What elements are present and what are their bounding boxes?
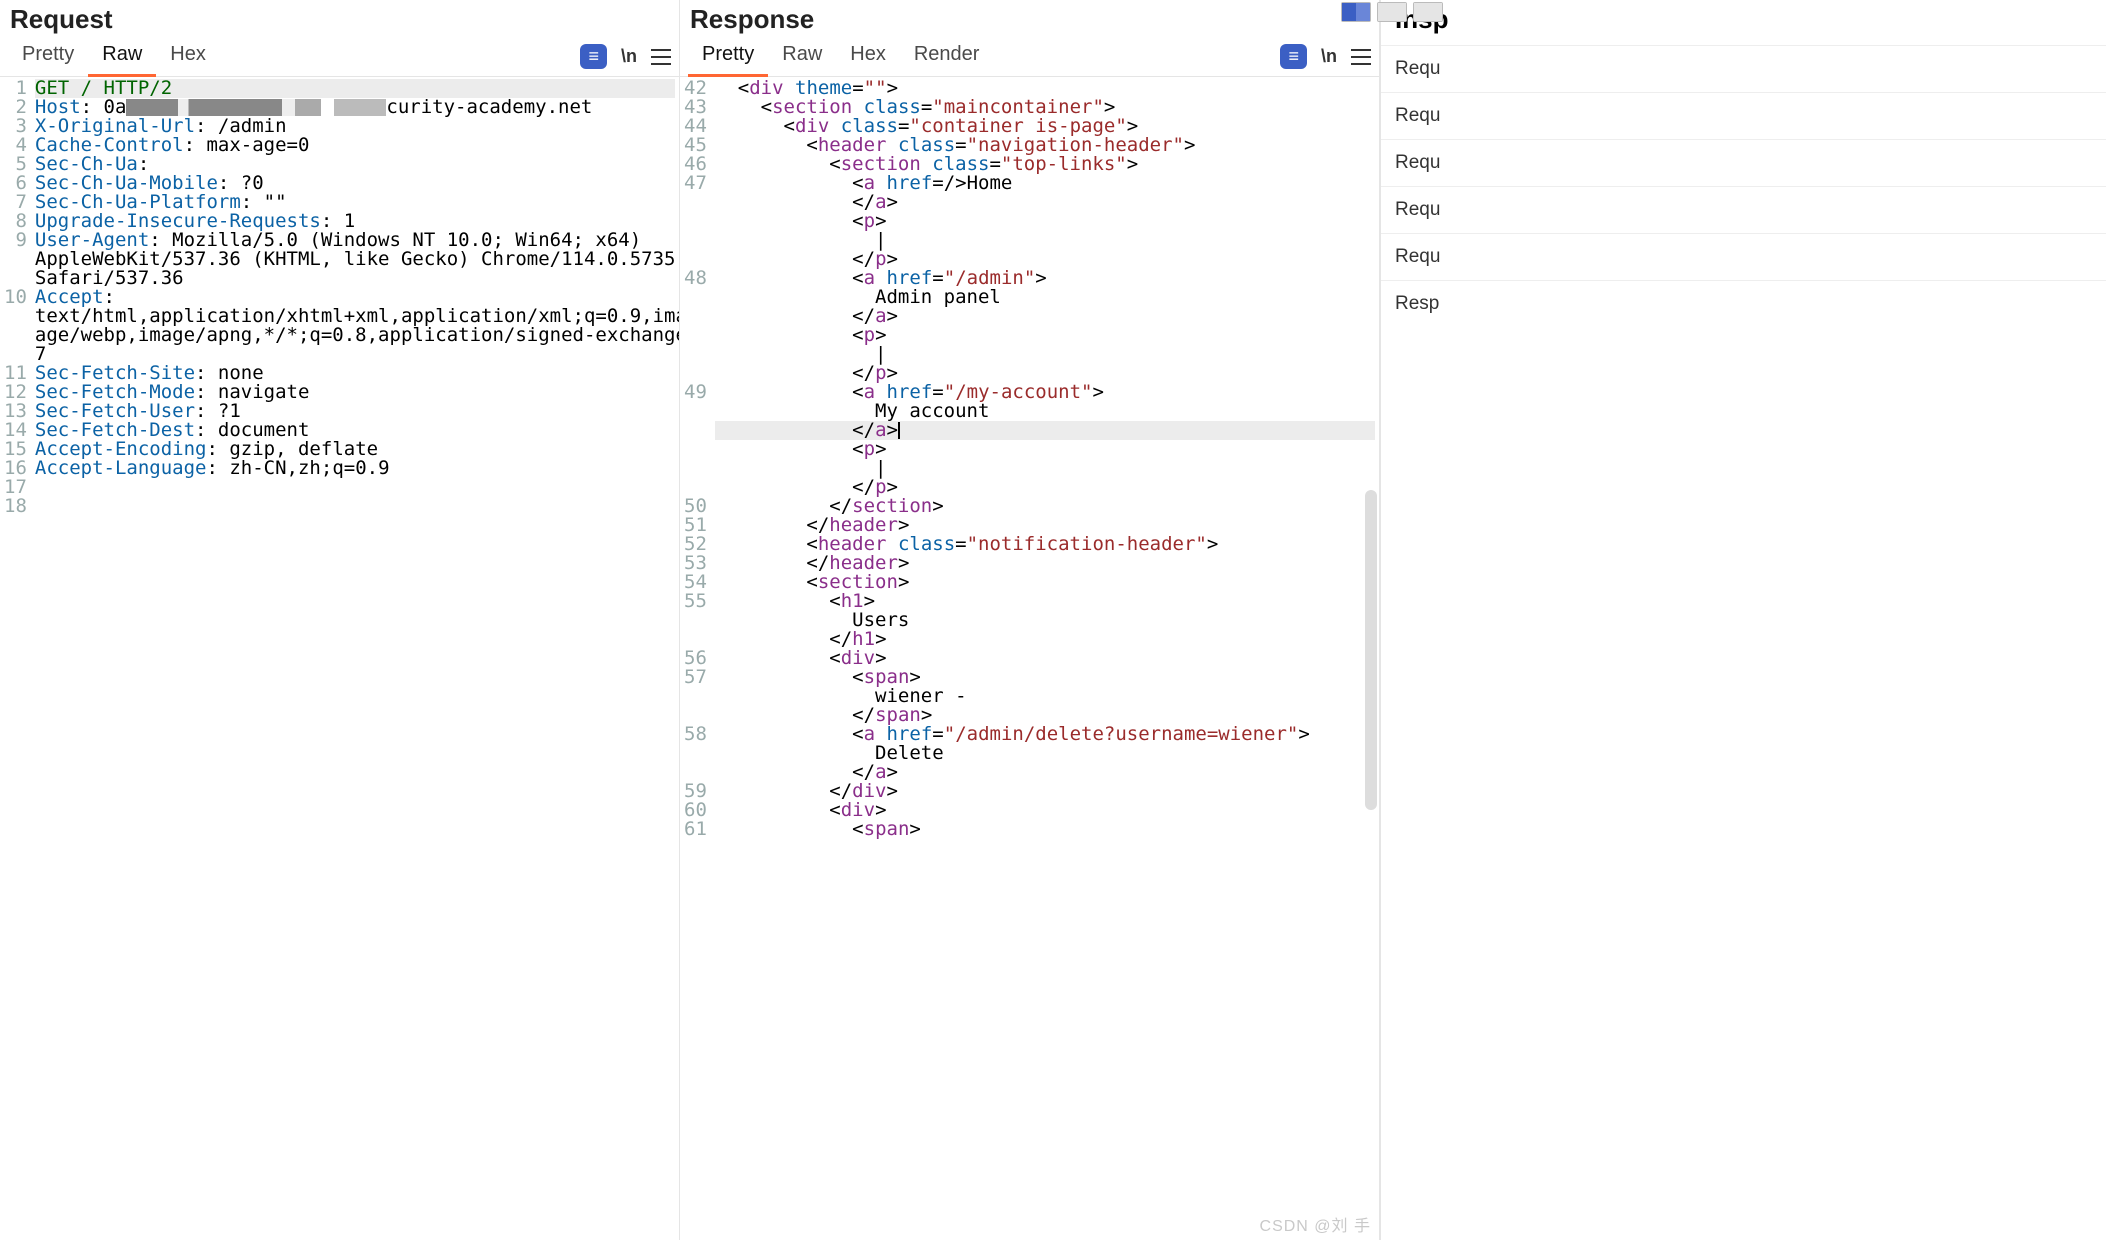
inspector-item[interactable]: Requ xyxy=(1381,233,2106,280)
tab-pretty-resp[interactable]: Pretty xyxy=(688,37,768,77)
tab-render-resp[interactable]: Render xyxy=(900,37,994,77)
watermark: CSDN @刘 手 xyxy=(1260,1212,1371,1236)
inspector-title: Insp xyxy=(1381,0,2106,45)
response-panel: Response Pretty Raw Hex Render ≡ \n 4243… xyxy=(680,0,1380,1240)
tab-raw-resp[interactable]: Raw xyxy=(768,37,836,77)
inspector-item[interactable]: Resp xyxy=(1381,280,2106,327)
tab-hex-resp[interactable]: Hex xyxy=(836,37,900,77)
layout-split-icon[interactable] xyxy=(1341,2,1371,22)
layout-icons xyxy=(1339,0,1445,24)
inspector-item[interactable]: Requ xyxy=(1381,92,2106,139)
request-panel: Request Pretty Raw Hex ≡ \n 123456789101… xyxy=(0,0,680,1240)
hamburger-icon-resp[interactable] xyxy=(1351,49,1371,65)
hamburger-icon[interactable] xyxy=(651,49,671,65)
wrap-icon-resp[interactable]: ≡ xyxy=(1280,44,1307,69)
tab-hex[interactable]: Hex xyxy=(156,37,220,77)
response-editor[interactable]: 4243444546474849505152535455565758596061… xyxy=(680,77,1379,1240)
inspector-panel: Insp RequRequRequRequRequResp xyxy=(1380,0,2106,1240)
tab-raw[interactable]: Raw xyxy=(88,37,156,77)
scrollbar[interactable] xyxy=(1365,490,1377,810)
inspector-item[interactable]: Requ xyxy=(1381,186,2106,233)
inspector-item[interactable]: Requ xyxy=(1381,45,2106,92)
layout-single-icon[interactable] xyxy=(1413,2,1443,22)
request-editor[interactable]: 123456789101112131415161718 GET / HTTP/2… xyxy=(0,77,679,1240)
request-tabs: Pretty Raw Hex ≡ \n xyxy=(0,37,679,77)
inspector-item[interactable]: Requ xyxy=(1381,139,2106,186)
response-tabs: Pretty Raw Hex Render ≡ \n xyxy=(680,37,1379,77)
tab-pretty[interactable]: Pretty xyxy=(8,37,88,77)
newline-toggle-resp[interactable]: \n xyxy=(1321,46,1337,67)
newline-toggle[interactable]: \n xyxy=(621,46,637,67)
layout-stack-icon[interactable] xyxy=(1377,2,1407,22)
wrap-icon[interactable]: ≡ xyxy=(580,44,607,69)
response-title: Response xyxy=(680,0,1379,37)
request-title: Request xyxy=(0,0,679,37)
